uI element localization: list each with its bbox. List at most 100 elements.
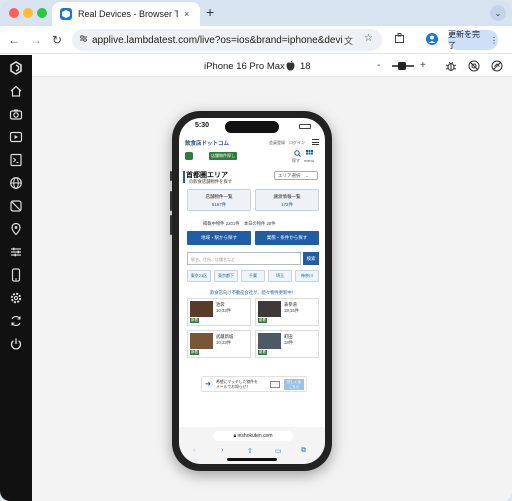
home-icon[interactable] [9,84,23,98]
home-indicator[interactable] [227,458,277,461]
search-icon[interactable] [294,150,301,158]
site-info-icon[interactable] [79,34,88,43]
safari-forward-icon[interactable]: › [221,447,223,454]
chip-tokyo23[interactable]: 東京23区 [187,270,211,282]
header-links[interactable]: 会員登録 ログイン [269,140,305,146]
safari-back-icon[interactable]: ‹ [193,447,195,454]
apple-icon [286,60,295,74]
settings-sliders-icon[interactable] [9,245,23,259]
tab-title: Real Devices - Browser Testin [78,9,178,19]
arrow-right-icon: ➜ [205,381,211,388]
update-button[interactable]: 更新を完了 ⋮ [448,30,498,50]
keyword-search-input[interactable]: 駅名、住所、店舗名など [187,252,301,265]
iphone-frame: 5:30 飲食店ドットコム 会員登録 ログイン 店舗物件探し 探す menu 首… [170,111,332,471]
nav-badge[interactable]: 店舗物件探し [209,152,237,160]
safari-url-field[interactable]: 🔒︎ inshokuten.com [213,431,293,441]
chip-chiba[interactable]: 千葉 [241,270,265,282]
battery-icon [299,124,311,129]
logo-icon[interactable] [9,61,23,75]
camera-icon[interactable] [9,107,23,121]
video-icon[interactable] [9,130,23,144]
listing-tag: 新着 [258,350,267,355]
volume-down-button[interactable] [170,215,172,235]
power-icon[interactable] [9,337,23,351]
device-screen[interactable]: 5:30 飲食店ドットコム 会員登録 ログイン 店舗物件探し 探す menu 首… [179,118,325,464]
menu-label: menu [304,158,315,163]
status-time: 5:30 [195,122,210,129]
listing-tag: 新着 [258,318,267,323]
back-button[interactable]: ← [8,33,20,47]
bookmark-star-icon[interactable]: ☆ [364,33,373,44]
listing-count: 18,15件 [284,308,300,313]
chip-kanagawa[interactable]: 神奈川 [295,270,319,282]
transfer-list-count: 172件 [280,202,293,207]
close-tab-icon[interactable]: × [184,9,189,19]
address-bar[interactable]: applive.lambdatest.com/live?os=ios&brand… [72,29,382,51]
tab-search-button[interactable]: ⌄ [490,5,506,21]
zoom-slider[interactable] [392,62,414,70]
chip-tokyo-other[interactable]: 東京都下 [214,270,238,282]
extensions-icon[interactable] [394,33,405,47]
safari-url-text: inshokuten.com [237,433,273,439]
transfer-list-button[interactable]: 譲渡情報一覧 172件 [255,189,319,211]
search-by-area-button[interactable]: 地域・駅から探す [187,231,251,245]
zoom-in-button[interactable]: + [420,60,426,71]
tab-bar: Real Devices - Browser Testin × + ⌄ [0,0,512,26]
bug-icon[interactable] [445,60,457,75]
transfer-list-label: 譲渡情報一覧 [273,194,301,199]
menu-grid-icon[interactable] [306,150,313,158]
zoom-out-button[interactable]: - [377,60,380,71]
site-logo[interactable]: 飲食店ドットコム [185,139,229,147]
listing-photo [190,301,213,317]
network-throttle-icon[interactable] [491,60,503,75]
mail-notify-text: 希望にマッチした物件を メールでお知らせ！ [216,380,258,389]
search-submit-button[interactable]: 検索 [303,252,319,265]
listing-card[interactable]: 新着 町田 18件 [255,330,319,358]
action-button[interactable] [170,171,172,181]
tabs-icon[interactable]: ⧉ [301,447,306,455]
location-off-icon[interactable] [468,60,480,75]
close-window-button[interactable] [9,8,19,18]
more-menu-icon[interactable]: ⋮ [490,36,498,45]
browser-tab[interactable]: Real Devices - Browser Testin × [52,2,200,26]
profile-avatar-icon[interactable] [426,33,438,48]
zoom-slider-handle[interactable] [398,62,406,70]
lambdatest-favicon-icon [60,8,72,20]
device-viewer: iPhone 16 Pro Max 18 - + 5:30 飲食店ドットコム 会… [32,55,512,501]
area-select[interactable]: エリア選択 ⌄ [274,171,318,180]
new-tab-button[interactable]: + [206,4,214,20]
dynamic-island [225,121,279,133]
listing-card[interactable]: 新着 池袋 10,33件 [187,298,251,326]
maximize-window-button[interactable] [37,8,47,18]
envelope-icon [270,381,280,388]
forward-button[interactable]: → [30,33,42,47]
volume-up-button[interactable] [170,191,172,211]
translate-icon[interactable]: 文 [344,34,353,47]
bookmarks-icon[interactable]: ▭ [275,447,282,455]
mail-notify-banner[interactable]: ➜ 希望にマッチした物件を メールでお知らせ！ 詳しくは こちら [201,376,307,392]
reload-button[interactable]: ↻ [52,33,62,47]
terminal-icon[interactable] [9,153,23,167]
listing-counts: 掲載中物件 2201件 本日の物件 28件 [203,221,276,226]
store-list-button[interactable]: 店舗物件一覧 5167件 [187,189,251,211]
hamburger-icon[interactable] [312,139,319,145]
location-icon[interactable] [9,222,23,236]
listing-count: 10,23件 [216,340,232,345]
switch-icon[interactable] [9,314,23,328]
device-name: iPhone 16 Pro Max [204,61,285,72]
search-by-condition-button[interactable]: 業態・条件から探す [255,231,319,245]
wifi-off-icon[interactable] [9,199,23,213]
promo-text: 飲食店向け不動産会社が、続々物件更新中！ [210,290,296,295]
listing-card[interactable]: 新着 武蔵新城 10,23件 [187,330,251,358]
share-icon[interactable]: ⇧ [247,447,253,455]
lambdatest-sidebar [0,55,32,501]
listing-count: 18件 [284,340,294,345]
mail-details-button[interactable]: 詳しくは こちら [284,379,304,390]
listing-card[interactable]: 新着 表参道 18,15件 [255,298,319,326]
chip-saitama[interactable]: 埼玉 [268,270,292,282]
listing-photo [190,333,213,349]
minimize-window-button[interactable] [23,8,33,18]
device-icon[interactable] [9,268,23,282]
globe-icon[interactable] [9,176,23,190]
gear-icon[interactable] [9,291,23,305]
